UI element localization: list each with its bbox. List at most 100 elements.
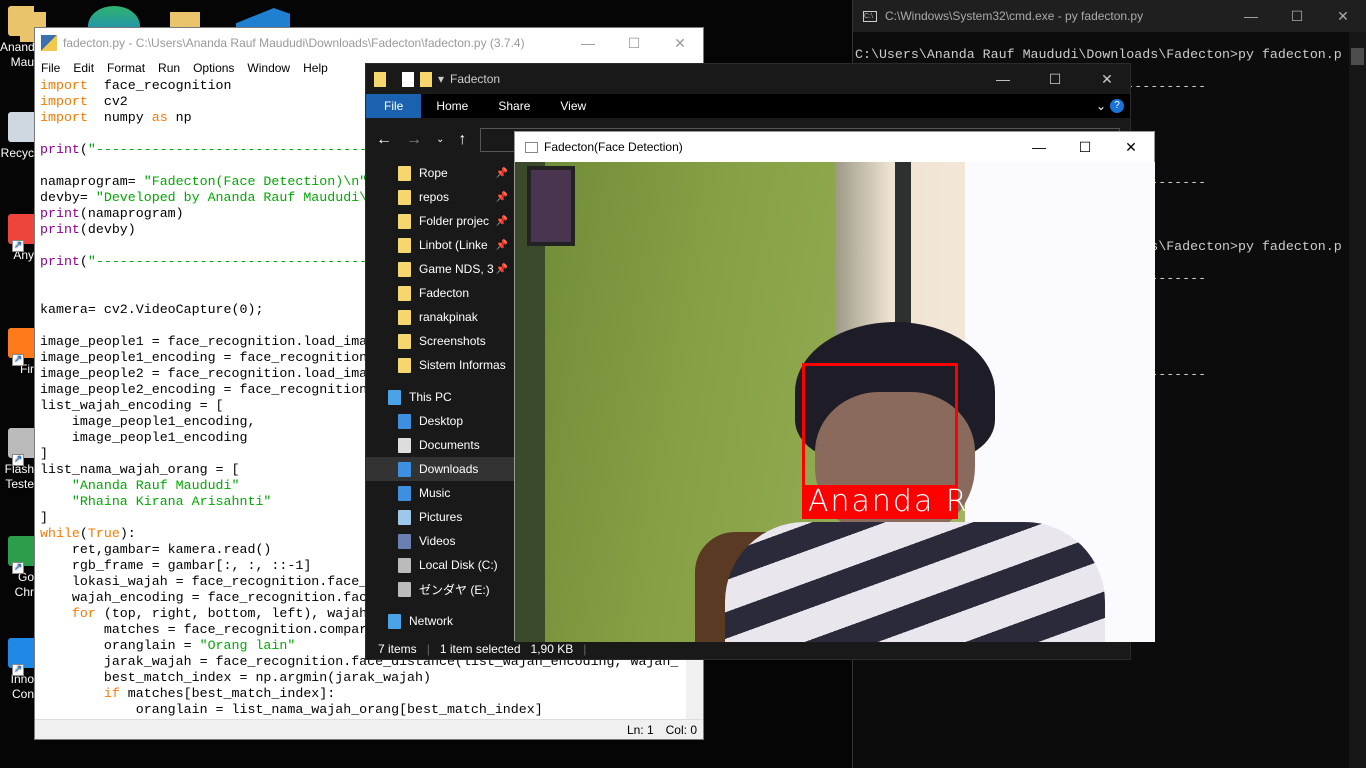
window-title: fadecton.py - C:\Users\Ananda Rauf Maudu… <box>63 36 525 50</box>
nav-item-quick-access[interactable]: Sistem Informas <box>366 353 514 377</box>
menu-help[interactable]: Help <box>303 61 328 75</box>
new-folder-icon[interactable] <box>420 71 432 87</box>
nav-item-quick-access[interactable]: Fadecton <box>366 281 514 305</box>
nav-item-videos[interactable]: Videos <box>366 529 514 553</box>
face-detection-window[interactable]: Fadecton(Face Detection) — ☐ ✕ Ananda R <box>514 131 1155 642</box>
code-line: best_match_index = np.argmin(jarak_wajah… <box>40 670 680 686</box>
properties-icon[interactable] <box>402 71 414 87</box>
nav-item-downloads[interactable]: Downloads <box>366 457 514 481</box>
nav-item-label: This PC <box>409 390 452 404</box>
folder-icon <box>398 333 411 349</box>
minimize-button[interactable]: — <box>1016 139 1062 155</box>
quick-access-dropdown-icon[interactable]: ▾ <box>438 72 444 86</box>
nav-item-quick-access[interactable]: Screenshots <box>366 329 514 353</box>
pin-icon[interactable]: 📌 <box>496 168 508 179</box>
up-arrow-icon[interactable]: ↑ <box>458 131 466 149</box>
code-token: oranglain = <box>40 638 200 653</box>
folder-icon <box>398 357 411 373</box>
menu-window[interactable]: Window <box>247 61 290 75</box>
menu-file[interactable]: File <box>41 61 60 75</box>
minimize-button[interactable]: — <box>565 35 611 51</box>
maximize-button[interactable]: ☐ <box>1274 8 1320 25</box>
nav-item-drive[interactable]: Local Disk (C:) <box>366 553 514 577</box>
navigation-pane[interactable]: Rope 📌 repos 📌 Folder projec 📌 Linbot (Linke 📌 G… <box>366 161 514 641</box>
desktop-icon[interactable]: Go Chr ↗ <box>0 536 34 600</box>
desktop-icon[interactable]: Inno Con ↗ <box>0 638 34 702</box>
tab-share[interactable]: Share <box>483 94 545 118</box>
code-token: wajah_encoding = face_recognition.fac <box>40 590 368 605</box>
scroll-thumb[interactable] <box>1351 48 1364 65</box>
maximize-button[interactable]: ☐ <box>1032 71 1078 88</box>
menu-format[interactable]: Format <box>107 61 145 75</box>
title-bar[interactable]: fadecton.py - C:\Users\Ananda Rauf Maudu… <box>35 28 703 58</box>
recent-dropdown-icon[interactable]: ⌄ <box>436 134 444 145</box>
minimize-button[interactable]: — <box>980 71 1026 87</box>
menu-options[interactable]: Options <box>193 61 234 75</box>
code-token: lokasi_wajah = face_recognition.face_ <box>40 574 368 589</box>
desktop-icon[interactable]: Fir ↗ <box>0 328 34 377</box>
face-name-label: Ananda R <box>802 485 967 519</box>
shortcut-arrow-icon: ↗ <box>12 562 24 574</box>
code-token: True <box>87 526 120 541</box>
folder-icon <box>398 213 411 229</box>
vertical-scrollbar[interactable] <box>1349 32 1366 768</box>
code-token: "Fadecton(Face Detection)\n" <box>143 174 368 189</box>
minimize-button[interactable]: — <box>1228 8 1274 24</box>
desktop-icon-label: Inno Con <box>10 672 34 701</box>
tab-file[interactable]: File <box>366 94 422 118</box>
close-button[interactable]: ✕ <box>1108 139 1154 156</box>
nav-item-network[interactable]: Network <box>366 609 514 633</box>
close-button[interactable]: ✕ <box>657 35 703 52</box>
forward-arrow-icon[interactable]: → <box>406 131 422 149</box>
nav-item-label: Fadecton <box>419 286 470 300</box>
help-icon[interactable]: ? <box>1110 99 1124 113</box>
nav-item-quick-access[interactable]: repos 📌 <box>366 185 514 209</box>
nav-item-desktop[interactable]: Desktop <box>366 409 514 433</box>
desktop-icon[interactable]: Recyc <box>0 112 34 161</box>
nav-item-music[interactable]: Music <box>366 481 514 505</box>
camera-feed: Ananda R <box>515 162 1155 642</box>
folder-icon <box>398 237 411 253</box>
nav-item-drive[interactable]: ゼンダヤ (E:) <box>366 577 514 601</box>
desktop-icon[interactable]: Any ↗ <box>0 214 34 263</box>
desktop-icon[interactable]: Flash Teste ↗ <box>0 428 34 492</box>
maximize-button[interactable]: ☐ <box>611 35 657 52</box>
menu-edit[interactable]: Edit <box>73 61 94 75</box>
pin-icon[interactable]: 📌 <box>496 240 508 251</box>
window-title: Fadecton(Face Detection) <box>544 140 683 154</box>
pin-icon[interactable]: 📌 <box>496 192 508 203</box>
code-token: numpy <box>87 110 152 125</box>
tab-home[interactable]: Home <box>421 94 483 118</box>
nav-item-quick-access[interactable]: Folder projec 📌 <box>366 209 514 233</box>
pin-icon[interactable]: 📌 <box>496 264 508 275</box>
code-token: list_wajah_encoding = [ <box>40 398 224 413</box>
nav-item-label: Documents <box>419 438 480 452</box>
pin-icon[interactable]: 📌 <box>496 216 508 227</box>
drive-icon <box>398 581 411 597</box>
nav-item-this-pc[interactable]: This PC <box>366 385 514 409</box>
title-bar[interactable]: ▾ Fadecton — ☐ ✕ <box>366 64 1130 94</box>
downloads-icon <box>398 461 411 477</box>
close-button[interactable]: ✕ <box>1320 8 1366 25</box>
code-token: cv2 <box>87 94 128 109</box>
nav-item-pictures[interactable]: Pictures <box>366 505 514 529</box>
documents-icon <box>398 437 411 453</box>
close-button[interactable]: ✕ <box>1084 71 1130 88</box>
nav-item-quick-access[interactable]: Game NDS, 3 📌 <box>366 257 514 281</box>
title-bar[interactable]: C:\ C:\Windows\System32\cmd.exe - py fad… <box>853 0 1366 32</box>
code-token: print <box>40 142 80 157</box>
back-arrow-icon[interactable]: ← <box>376 131 392 149</box>
desktop-icon-label: Anand Mau <box>0 40 34 69</box>
nav-item-label: ゼンダヤ (E:) <box>419 582 490 597</box>
chevron-down-icon[interactable]: ⌄ <box>1092 94 1110 118</box>
maximize-button[interactable]: ☐ <box>1062 139 1108 156</box>
tab-view[interactable]: View <box>545 94 601 118</box>
shortcut-arrow-icon: ↗ <box>12 454 24 466</box>
nav-item-documents[interactable]: Documents <box>366 433 514 457</box>
title-bar[interactable]: Fadecton(Face Detection) — ☐ ✕ <box>515 132 1154 162</box>
nav-item-quick-access[interactable]: Rope 📌 <box>366 161 514 185</box>
code-token: "Orang lain" <box>199 638 296 653</box>
menu-run[interactable]: Run <box>158 61 180 75</box>
nav-item-quick-access[interactable]: Linbot (Linke 📌 <box>366 233 514 257</box>
nav-item-quick-access[interactable]: ranakpinak <box>366 305 514 329</box>
